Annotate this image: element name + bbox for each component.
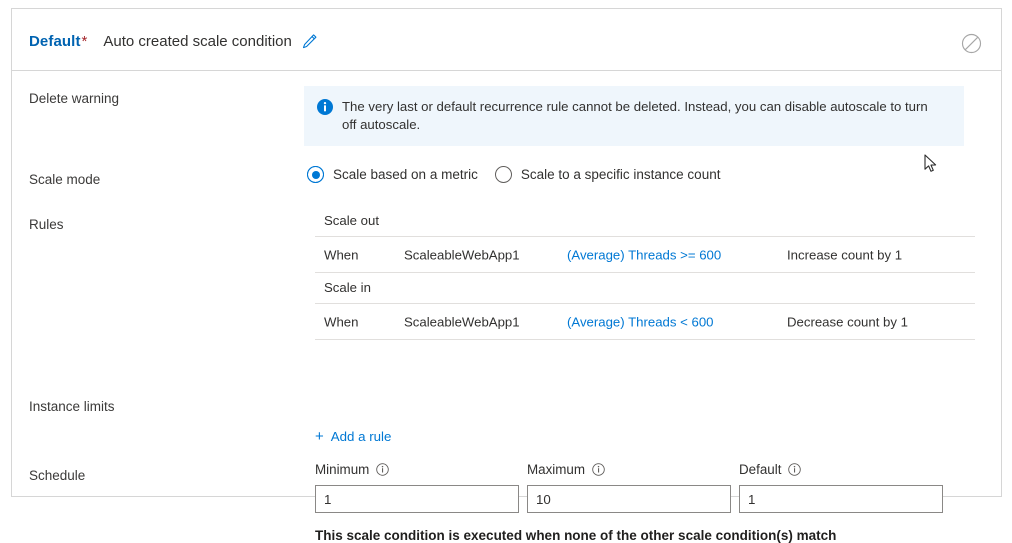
instance-limit-maximum: Maximum bbox=[527, 461, 731, 513]
maximum-input[interactable] bbox=[527, 485, 731, 513]
info-outline-icon[interactable] bbox=[376, 463, 389, 476]
required-asterisk: * bbox=[82, 33, 88, 50]
rule-resource-scale-in: ScaleableWebApp1 bbox=[404, 314, 520, 329]
default-label: Default bbox=[739, 462, 781, 477]
rule-metric-scale-in[interactable]: (Average) Threads < 600 bbox=[567, 314, 714, 329]
table-row[interactable]: When ScaleableWebApp1 (Average) Threads … bbox=[315, 304, 975, 339]
panel-body: Delete warning Scale mode Rules Instance… bbox=[12, 71, 1001, 497]
table-row[interactable]: When ScaleableWebApp1 (Average) Threads … bbox=[315, 237, 975, 272]
instance-limits-group: Minimum Maximum bbox=[315, 461, 951, 513]
minimum-label-group: Minimum bbox=[315, 461, 519, 478]
condition-title-group: Default* Auto created scale condition bbox=[29, 33, 318, 50]
default-input[interactable] bbox=[739, 485, 943, 513]
label-scale-mode: Scale mode bbox=[29, 172, 100, 187]
condition-description: Auto created scale condition bbox=[103, 33, 291, 50]
rule-action-scale-out: Increase count by 1 bbox=[787, 247, 902, 262]
scale-condition-panel: Default* Auto created scale condition De… bbox=[11, 8, 1002, 497]
instance-limit-default: Default bbox=[739, 461, 943, 513]
scale-mode-radio-group: Scale based on a metric Scale to a speci… bbox=[307, 166, 737, 183]
rules-divider bbox=[315, 339, 975, 340]
label-rules: Rules bbox=[29, 217, 64, 232]
panel-header: Default* Auto created scale condition bbox=[12, 9, 1001, 71]
rule-when-scale-out: When bbox=[324, 247, 358, 262]
delete-warning-text: The very last or default recurrence rule… bbox=[342, 98, 937, 134]
rule-metric-scale-out[interactable]: (Average) Threads >= 600 bbox=[567, 247, 721, 262]
add-rule-label: Add a rule bbox=[331, 429, 392, 444]
minimum-label: Minimum bbox=[315, 462, 369, 477]
rules-table: Scale out When ScaleableWebApp1 (Average… bbox=[315, 206, 975, 340]
info-outline-icon[interactable] bbox=[788, 463, 801, 476]
delete-warning-banner: The very last or default recurrence rule… bbox=[304, 86, 964, 146]
radio-label-metric: Scale based on a metric bbox=[333, 167, 478, 182]
rule-action-scale-in: Decrease count by 1 bbox=[787, 314, 908, 329]
rules-section-header-scale-in: Scale in bbox=[315, 273, 975, 303]
label-delete-warning: Delete warning bbox=[29, 91, 119, 106]
label-instance-limits: Instance limits bbox=[29, 399, 115, 414]
label-schedule: Schedule bbox=[29, 468, 85, 483]
pencil-icon[interactable] bbox=[301, 33, 318, 50]
radio-indicator-unselected bbox=[495, 166, 512, 183]
instance-limit-minimum: Minimum bbox=[315, 461, 519, 513]
radio-label-instance-count: Scale to a specific instance count bbox=[521, 167, 721, 182]
radio-scale-based-on-metric[interactable]: Scale based on a metric bbox=[307, 166, 478, 183]
rule-when-scale-in: When bbox=[324, 314, 358, 329]
info-circle-icon bbox=[317, 99, 333, 115]
add-rule-button[interactable]: + Add a rule bbox=[315, 429, 391, 444]
no-entry-icon[interactable] bbox=[961, 33, 982, 54]
default-label-group: Default bbox=[739, 461, 943, 478]
schedule-note: This scale condition is executed when no… bbox=[315, 528, 836, 543]
radio-scale-to-instance-count[interactable]: Scale to a specific instance count bbox=[495, 166, 721, 183]
plus-icon: + bbox=[315, 429, 324, 444]
minimum-input[interactable] bbox=[315, 485, 519, 513]
rules-section-header-scale-out: Scale out bbox=[315, 206, 975, 236]
condition-name: Default bbox=[29, 33, 81, 50]
info-outline-icon[interactable] bbox=[592, 463, 605, 476]
maximum-label-group: Maximum bbox=[527, 461, 731, 478]
rule-resource-scale-out: ScaleableWebApp1 bbox=[404, 247, 520, 262]
radio-indicator-selected bbox=[307, 166, 324, 183]
maximum-label: Maximum bbox=[527, 462, 585, 477]
